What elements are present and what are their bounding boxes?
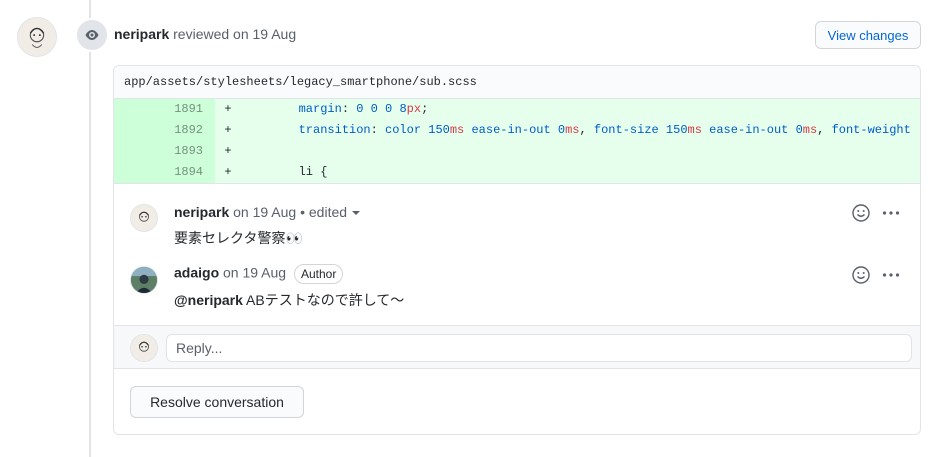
comment-header: neripark on 19 Aug • edited [174,204,361,220]
file-path[interactable]: app/assets/stylesheets/legacy_smartphone… [114,66,920,99]
kebab-horizontal-icon[interactable] [881,265,901,285]
comment-author-link[interactable]: neripark [174,204,229,220]
reply-input[interactable] [166,334,912,362]
diff-sign: + [224,123,232,137]
diff-line: 1891 + margin: 0 0 0 8px; [114,99,920,120]
review-thread-card: app/assets/stylesheets/legacy_smartphone… [113,65,921,435]
avatar-drawing-icon [131,335,157,361]
diff-sign: + [224,102,232,116]
diff-hunk: 1891 + margin: 0 0 0 8px; 1892 + transitio… [114,99,920,184]
avatar-photo-icon [131,267,157,293]
review-author-link[interactable]: neripark [114,26,169,42]
author-badge: Author [293,264,344,284]
comment-avatar[interactable] [130,266,158,294]
timeline-line [89,0,91,457]
view-changes-button[interactable]: View changes [815,21,921,49]
eye-icon [75,18,109,52]
diff-line: 1893 + [114,141,920,162]
kebab-horizontal-icon[interactable] [881,203,901,223]
reply-bar [114,325,920,369]
code-line: transition: color 150ms ease-in-out 0ms,… [298,123,911,137]
diff-line: 1892 + transition: color 150ms ease-in-ou… [114,120,920,141]
code-line: margin: 0 0 0 8px; [298,102,429,116]
review-action-text: reviewed on 19 Aug [173,26,297,42]
diff-sign: + [224,165,232,179]
line-number[interactable]: 1894 [114,162,215,183]
triangle-down-icon[interactable] [351,208,361,218]
review-header: neripark reviewed on 19 Aug [114,26,296,42]
diff-line: 1894 + li { [114,162,920,183]
avatar-drawing-icon [131,205,157,231]
smiley-icon[interactable] [851,265,871,285]
code-line: li { [298,165,328,179]
comment-timestamp[interactable]: on 19 Aug [233,204,296,220]
reviewer-avatar[interactable] [17,17,57,57]
comment-list: neripark on 19 Aug • edited 要素セレクタ警察👀 ad… [114,184,920,324]
avatar-drawing-icon [18,18,56,56]
comment-avatar[interactable] [130,204,158,232]
user-mention-link[interactable]: @neripark [174,292,243,308]
comment-author-link[interactable]: adaigo [174,265,219,281]
smiley-icon[interactable] [851,203,871,223]
comment-timestamp[interactable]: on 19 Aug [223,265,286,281]
comment-body: 要素セレクタ警察👀 [174,230,303,246]
resolve-conversation-button[interactable]: Resolve conversation [130,386,304,418]
line-number[interactable]: 1891 [114,99,215,120]
line-number[interactable]: 1892 [114,120,215,141]
edited-dropdown[interactable]: • edited [300,204,347,220]
comment-body: @neripark ABテストなので許して〜 [174,292,405,308]
line-number[interactable]: 1893 [114,141,215,162]
current-user-avatar [130,334,158,362]
diff-sign: + [224,144,232,158]
comment-header: adaigo on 19 Aug Author [174,264,344,284]
